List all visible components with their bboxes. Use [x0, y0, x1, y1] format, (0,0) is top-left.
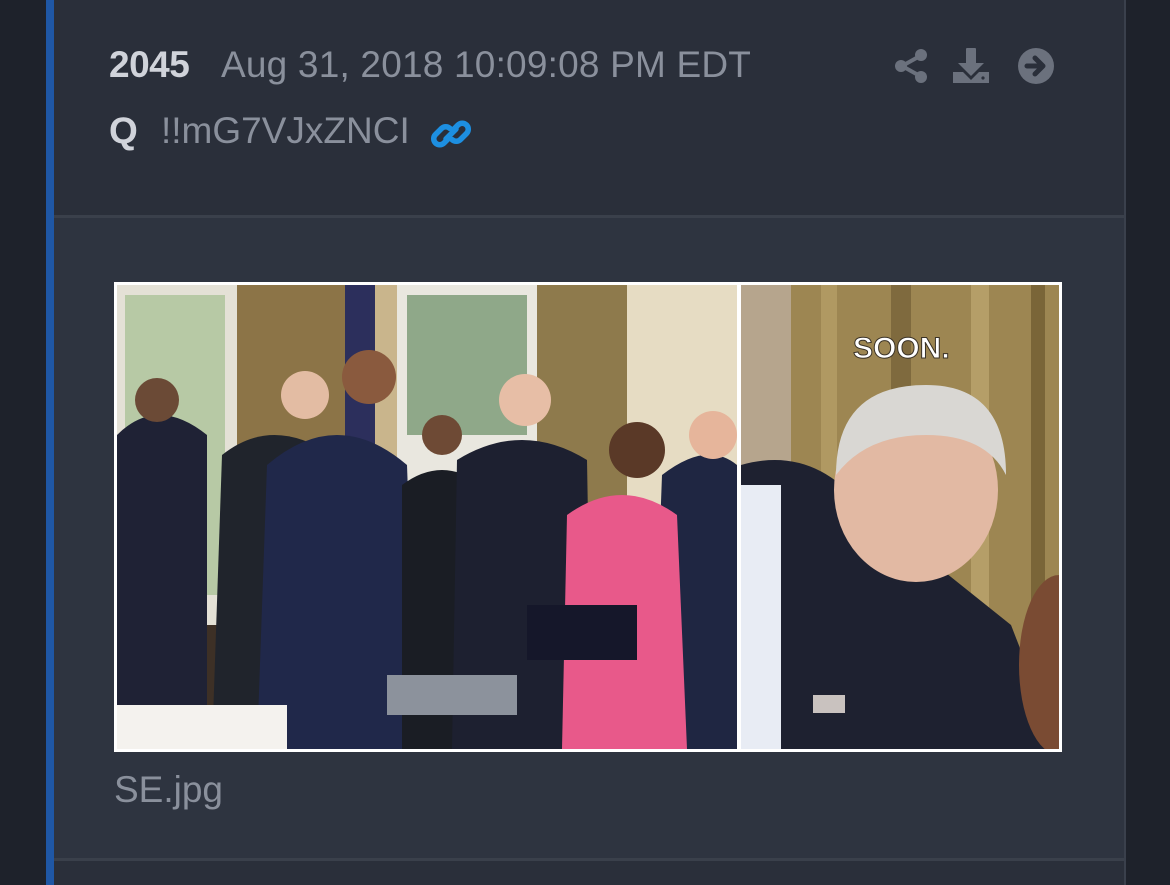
post-author: Q [109, 110, 138, 151]
post-card: 2045 Aug 31, 2018 10:09:08 PM EDT Q !!mG… [54, 0, 1124, 885]
arrow-circle-right-icon[interactable] [1015, 45, 1057, 87]
post-header: 2045 Aug 31, 2018 10:09:08 PM EDT Q !!mG… [54, 0, 1124, 218]
post-timestamp: Aug 31, 2018 10:09:08 PM EDT [221, 44, 752, 85]
post-tripcode: !!mG7VJxZNCI [161, 110, 410, 151]
link-icon[interactable] [429, 112, 473, 156]
attachment-filename[interactable]: SE.jpg [114, 769, 223, 811]
next-post-edge [54, 861, 1124, 885]
sessions-closeup-photo: SOON. [741, 285, 1059, 749]
post-accent-bar [46, 0, 54, 885]
oval-office-photo [117, 285, 737, 749]
attachment-image[interactable]: SOON. [114, 282, 1062, 752]
left-gutter [0, 0, 46, 885]
download-icon[interactable] [950, 45, 992, 87]
post-number[interactable]: 2045 [109, 44, 190, 86]
share-icon[interactable] [890, 45, 932, 87]
overlay-soon-text: SOON. [853, 332, 950, 365]
post-body: SOON. SE.jpg [54, 218, 1124, 858]
right-gutter [1124, 0, 1170, 885]
